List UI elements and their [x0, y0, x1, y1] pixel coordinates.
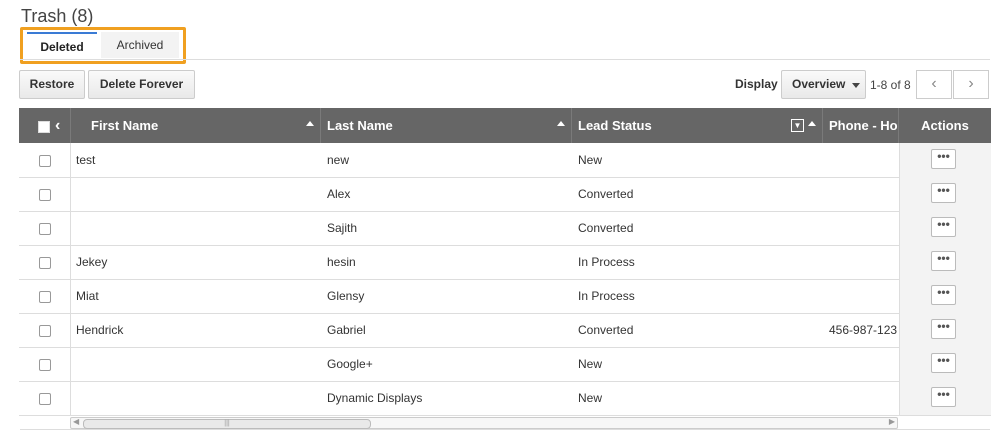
filter-icon[interactable]: ▼: [791, 119, 804, 132]
table-row[interactable]: Dynamic Displays New •••: [19, 381, 991, 416]
cell-lead-status: Converted: [578, 187, 634, 201]
cell-phone: [823, 347, 899, 381]
cell-phone: [823, 381, 899, 415]
column-header-first-name[interactable]: First Name: [71, 108, 321, 143]
table-row[interactable]: test new New •••: [19, 143, 991, 178]
tab-archived[interactable]: Archived: [101, 32, 179, 58]
row-checkbox[interactable]: [39, 325, 51, 337]
cell-last-name: Sajith: [327, 221, 358, 235]
cell-lead-status: In Process: [578, 255, 635, 269]
column-header-label: Lead Status: [578, 118, 652, 133]
table-row[interactable]: Hendrick Gabriel Converted 456-987-123 •…: [19, 313, 991, 348]
cell-first-name: [71, 347, 321, 381]
column-header-label: First Name: [91, 118, 159, 133]
scrollbar-thumb[interactable]: |||: [83, 419, 371, 429]
next-page-button[interactable]: ›: [953, 70, 989, 99]
row-actions-button[interactable]: •••: [931, 353, 956, 373]
scroll-right-arrow-icon[interactable]: ▶: [889, 417, 895, 426]
cell-first-name: test: [76, 153, 96, 167]
cell-phone: 456-987-123: [829, 323, 898, 337]
delete-forever-button[interactable]: Delete Forever: [88, 70, 195, 99]
chevron-left-icon: ‹: [931, 75, 937, 92]
cell-lead-status: Converted: [578, 323, 634, 337]
cell-phone: [823, 245, 899, 279]
cell-first-name: Hendrick: [76, 323, 124, 337]
scroll-columns-left-icon[interactable]: ‹: [55, 108, 60, 143]
row-checkbox[interactable]: [39, 393, 51, 405]
table-row[interactable]: Jekey hesin In Process •••: [19, 245, 991, 280]
chevron-down-icon: [852, 83, 860, 88]
row-checkbox[interactable]: [39, 359, 51, 371]
table-row[interactable]: Alex Converted •••: [19, 177, 991, 212]
cell-first-name: [71, 381, 321, 415]
cell-phone: [823, 143, 899, 177]
row-actions-button[interactable]: •••: [931, 387, 956, 407]
table-header: ‹ First Name Last Name Lead Status ▼ Pho…: [19, 108, 994, 143]
column-header-last-name[interactable]: Last Name: [321, 108, 572, 143]
row-checkbox[interactable]: [39, 189, 51, 201]
cell-last-name: Alex: [327, 187, 351, 201]
column-header-phone[interactable]: Phone - Ho: [823, 108, 899, 143]
display-select[interactable]: Overview: [781, 70, 866, 99]
row-actions-button[interactable]: •••: [931, 149, 956, 169]
cell-first-name: [71, 211, 321, 245]
row-checkbox[interactable]: [39, 291, 51, 303]
row-checkbox[interactable]: [39, 155, 51, 167]
previous-page-button[interactable]: ‹: [916, 70, 952, 99]
row-actions-button[interactable]: •••: [931, 319, 956, 339]
scroll-left-arrow-icon[interactable]: ◀: [73, 417, 79, 426]
select-all-checkbox[interactable]: [38, 121, 50, 133]
sort-up-icon: [808, 121, 816, 126]
bottom-divider: [20, 429, 990, 430]
sort-up-icon: [306, 121, 314, 126]
cell-phone: [823, 177, 899, 211]
column-header-label: Actions: [921, 118, 969, 133]
tab-deleted[interactable]: Deleted: [27, 32, 97, 60]
cell-first-name: Miat: [76, 289, 99, 303]
cell-lead-status: New: [578, 391, 603, 405]
table-row[interactable]: Sajith Converted •••: [19, 211, 991, 246]
row-actions-button[interactable]: •••: [931, 251, 956, 271]
select-all-header: ‹: [19, 108, 71, 143]
display-label: Display: [735, 77, 778, 91]
cell-last-name: hesin: [327, 255, 356, 269]
cell-lead-status: New: [578, 153, 603, 167]
table-row[interactable]: Google+ New •••: [19, 347, 991, 382]
row-actions-button[interactable]: •••: [931, 285, 956, 305]
horizontal-scrollbar[interactable]: ◀ ||| ▶: [70, 417, 898, 429]
row-actions-button[interactable]: •••: [931, 217, 956, 237]
cell-last-name: Glensy: [327, 289, 365, 303]
column-header-lead-status[interactable]: Lead Status ▼: [572, 108, 823, 143]
cell-last-name: Gabriel: [327, 323, 366, 337]
cell-phone: [823, 279, 899, 313]
tabs-divider: [20, 59, 990, 60]
cell-last-name: new: [327, 153, 350, 167]
row-actions-button[interactable]: •••: [931, 183, 956, 203]
row-checkbox[interactable]: [39, 223, 51, 235]
cell-lead-status: Converted: [578, 221, 634, 235]
column-header-actions: › Actions: [899, 108, 994, 143]
sort-up-icon: [557, 121, 565, 126]
restore-button[interactable]: Restore: [19, 70, 85, 99]
cell-last-name: Dynamic Displays: [327, 391, 423, 405]
row-checkbox[interactable]: [39, 257, 51, 269]
cell-first-name: [71, 177, 321, 211]
column-header-label: Last Name: [327, 118, 393, 133]
cell-first-name: Jekey: [76, 255, 108, 269]
cell-phone: [823, 211, 899, 245]
cell-lead-status: In Process: [578, 289, 635, 303]
cell-lead-status: New: [578, 357, 603, 371]
page-title: Trash (8): [21, 6, 94, 26]
chevron-right-icon: ›: [968, 75, 974, 92]
display-select-value: Overview: [792, 77, 846, 91]
table-row[interactable]: Miat Glensy In Process •••: [19, 279, 991, 314]
pager-text: 1-8 of 8: [870, 78, 911, 92]
column-header-label: Phone - Ho: [829, 118, 898, 133]
cell-last-name: Google+: [327, 357, 373, 371]
